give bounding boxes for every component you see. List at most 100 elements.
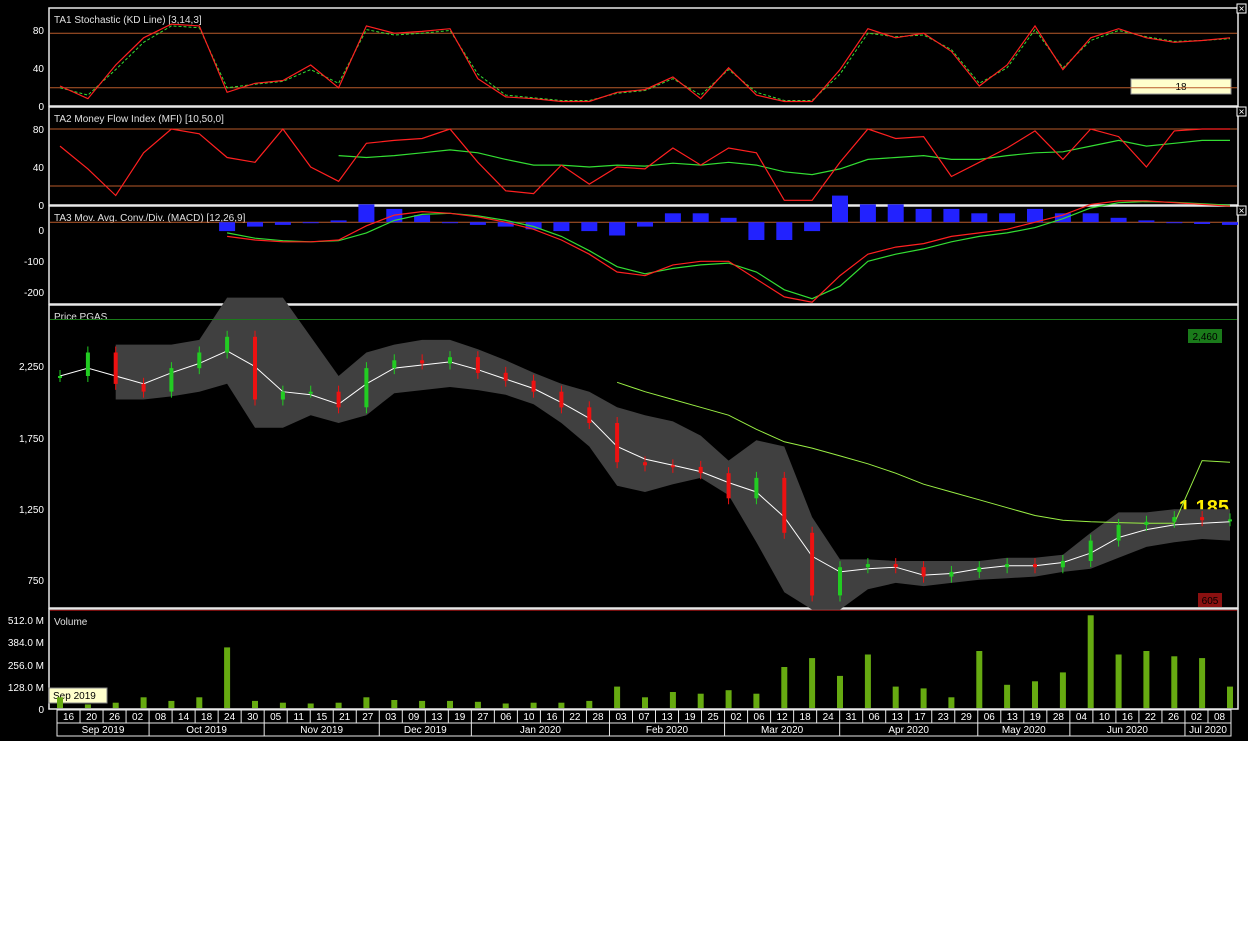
price-candle [197,352,202,369]
volume-bar [363,697,370,708]
macd-histogram-bar [581,222,598,232]
macd-histogram-bar [1222,222,1238,225]
xaxis-day-label: 07 [638,712,650,723]
price-candle [587,407,592,423]
xaxis-day-label: 13 [892,712,904,723]
xaxis-day-label: 28 [592,712,604,723]
macd-histogram-bar [1138,220,1155,223]
xaxis-month-label: Oct 2019 [186,725,227,736]
xaxis-day-label: 10 [1099,712,1111,723]
xaxis-month-label: Nov 2019 [300,725,343,736]
volume-bar [252,700,258,708]
xaxis-day-label: 02 [1191,712,1203,723]
price-candle [531,380,536,392]
mfi-tick-label: 0 [38,201,44,212]
xaxis-day-label: 23 [938,712,950,723]
volume-bar [809,658,816,708]
mfi-tick-label: 80 [33,125,45,136]
xaxis-day-label: 02 [132,712,144,723]
macd-histogram-bar [971,213,988,223]
price-candle [448,357,452,364]
xaxis-day-label: 21 [339,712,351,723]
macd-histogram-bar [1166,222,1183,224]
xaxis-day-label: 22 [569,712,581,723]
price-tick-label: 1,250 [19,505,44,516]
close-mfi-button[interactable]: × [1236,106,1247,118]
xaxis-month-label: Mar 2020 [761,725,804,736]
price-candle [810,532,815,596]
price-candle [754,477,759,499]
volume-bar [196,697,203,708]
macd-histogram-bar [915,208,932,223]
close-stoch-button[interactable]: × [1236,3,1247,15]
xaxis-month-label: Apr 2020 [888,725,929,736]
price-candle [1060,561,1065,568]
macd-tick-label: 0 [38,226,44,237]
xaxis-day-label: 02 [731,712,743,723]
volume-bar [1115,654,1122,708]
price-candle [85,352,90,376]
xaxis-day-label: 11 [294,712,305,723]
price-candle [921,567,926,577]
stoch-tick-label: 80 [33,26,45,37]
price-candle [392,360,397,369]
xaxis-day-label: 03 [385,712,397,723]
macd-histogram-bar [497,222,514,227]
xaxis-day-label: 30 [247,712,259,723]
price-high-text: 2,460 [1192,332,1217,343]
xaxis-month-label: Sep 2019 [82,725,125,736]
xaxis-day-label: 27 [362,712,374,723]
close-macd-button[interactable]: × [1236,205,1247,217]
volume-bar [279,702,286,708]
price-candle [1088,540,1093,561]
xaxis-day-label: 12 [777,712,789,723]
volume-bar [781,667,788,708]
xaxis-day-label: 16 [546,712,558,723]
xaxis-day-label: 05 [270,712,282,723]
xaxis-month-label: Dec 2019 [404,725,447,736]
price-candle [559,391,564,408]
price-candle [253,336,257,400]
volume-bar [474,701,481,708]
xaxis-day-label: 31 [846,712,858,723]
volume-bar [84,704,91,708]
xaxis-day-label: 24 [224,712,236,723]
macd-histogram-bar [553,222,570,232]
price-candle [308,391,313,394]
xaxis-day-label: 04 [1076,712,1088,723]
price-candle [643,462,647,466]
volume-bar [1199,658,1206,708]
xaxis-day-label: 09 [408,712,420,723]
volume-bar [586,700,593,708]
price-candle [838,567,842,596]
price-candle [475,357,480,373]
xaxis-day-label: 25 [708,712,720,723]
xaxis-day-label: 20 [86,712,98,723]
xaxis-day-label: 19 [684,712,696,723]
xaxis-day-label: 16 [1122,712,1134,723]
xaxis-day-label: 13 [431,712,443,723]
price-tick-label: 2,250 [19,362,44,373]
xaxis-month-label: Jul 2020 [1189,725,1227,736]
volume-bar [725,690,732,708]
mfi-tick-label: 40 [33,163,45,174]
price-candle [420,360,425,364]
macd-histogram-bar [720,217,737,223]
price-low-badge: 605 [1198,593,1222,607]
xaxis-day-label: 13 [1007,712,1019,723]
macd-histogram-bar [330,220,347,223]
xaxis-day-label: 06 [869,712,881,723]
volume-bar [112,702,119,708]
xaxis-day-label: 18 [800,712,812,723]
macd-histogram-bar [859,204,876,223]
price-candle [726,473,731,499]
xaxis-day-label: 06 [984,712,996,723]
price-candle [1172,517,1177,522]
price-tick-label: 750 [27,576,44,587]
volume-bar [1004,684,1011,708]
macd-histogram-bar [247,222,263,227]
volume-bar [1171,656,1178,708]
volume-title: Volume [54,617,88,628]
xaxis-day-label: 26 [1168,712,1180,723]
xaxis-day-label: 27 [477,712,489,723]
